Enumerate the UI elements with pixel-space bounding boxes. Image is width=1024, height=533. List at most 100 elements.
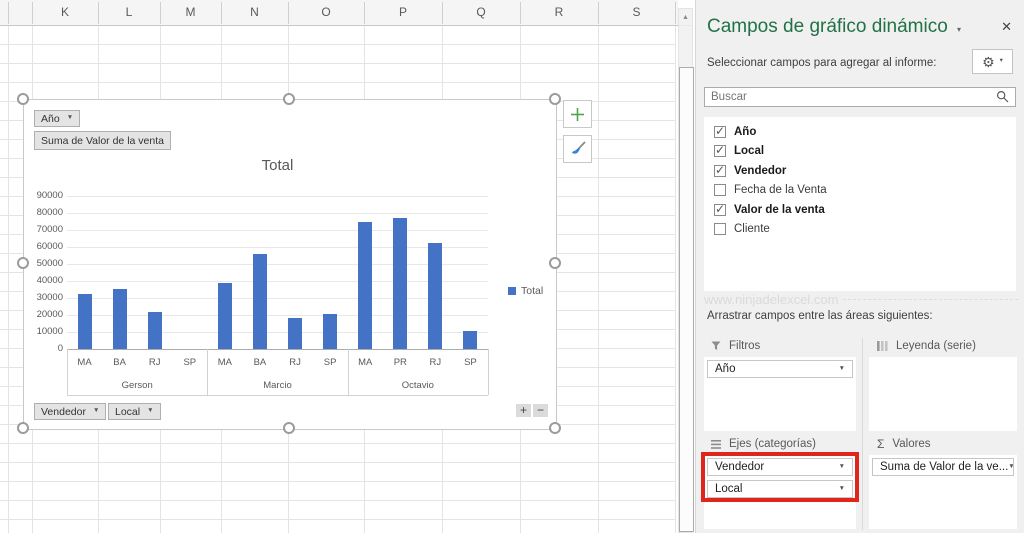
expand-field-button[interactable]: +: [516, 404, 531, 417]
bar-BA-1[interactable]: [113, 289, 127, 349]
x-axis-label: RJ: [278, 356, 313, 369]
close-icon[interactable]: ✕: [1001, 19, 1012, 35]
bar-PR-9[interactable]: [393, 218, 407, 349]
rows-icon: [711, 440, 721, 449]
vertical-scrollbar[interactable]: ▲: [678, 8, 693, 533]
resize-handle[interactable]: [17, 422, 29, 434]
column-header-K[interactable]: K: [32, 0, 98, 25]
resize-handle[interactable]: [549, 257, 561, 269]
check-icon: ✓: [715, 143, 725, 157]
bar-SP-11[interactable]: [463, 331, 477, 349]
y-tick-label: 30000: [24, 293, 63, 303]
resize-handle[interactable]: [283, 93, 295, 105]
chart-styles-button[interactable]: [563, 135, 592, 163]
column-headers: KLMNOPQRS: [0, 0, 678, 26]
column-header-L[interactable]: L: [98, 0, 160, 25]
search-icon: [996, 90, 1010, 104]
field-item-local[interactable]: ✓Local: [704, 142, 1016, 162]
y-tick-label: 10000: [24, 327, 63, 337]
y-tick-label: 90000: [24, 191, 63, 201]
values-pill-suma-de-valor-de-la-ve-[interactable]: Suma de Valor de la ve...▼: [872, 458, 1014, 476]
legend-label: Total: [521, 285, 543, 297]
filters-area-header: Filtros: [711, 340, 760, 352]
chevron-down-icon: ▼: [1008, 464, 1014, 471]
field-item-vendedor[interactable]: ✓Vendedor: [704, 161, 1016, 181]
bar-MA-0[interactable]: [78, 294, 92, 349]
chart-year-field-button[interactable]: Año ▼: [34, 110, 80, 127]
search-input[interactable]: [705, 91, 996, 103]
chart-value-field-button[interactable]: Suma de Valor de la venta: [34, 131, 171, 150]
checkbox-checked[interactable]: ✓: [714, 165, 726, 177]
field-item-año[interactable]: ✓ Año: [704, 122, 1016, 142]
gridline: [67, 264, 488, 265]
chart-vendor-field-button[interactable]: Vendedor ▼: [34, 403, 106, 420]
resize-handle[interactable]: [549, 93, 561, 105]
values-area[interactable]: Suma de Valor de la ve...▼: [869, 455, 1017, 529]
bar-SP-7[interactable]: [323, 314, 337, 349]
x-axis-label: BA: [102, 356, 137, 369]
filters-area-label: Filtros: [729, 340, 760, 352]
checkbox-checked[interactable]: ✓: [714, 145, 726, 157]
checkbox-checked[interactable]: ✓: [714, 204, 726, 216]
resize-handle[interactable]: [283, 422, 295, 434]
axis-pill-vendedor[interactable]: Vendedor▼: [707, 458, 853, 476]
column-header-P[interactable]: P: [364, 0, 442, 25]
field-item-cliente[interactable]: Cliente: [704, 220, 1016, 240]
scroll-up-icon[interactable]: ▲: [679, 9, 692, 26]
field-item-valor-de-la-venta[interactable]: ✓Valor de la venta: [704, 200, 1016, 220]
chart-legend[interactable]: Total: [508, 285, 543, 297]
y-tick-label: 20000: [24, 310, 63, 320]
column-header-S[interactable]: S: [598, 0, 675, 25]
search-box[interactable]: [704, 87, 1016, 107]
checkbox-checked[interactable]: ✓: [714, 126, 726, 138]
column-header-divider: [675, 2, 676, 24]
check-icon: ✓: [715, 124, 725, 138]
collapse-field-button[interactable]: −: [533, 404, 548, 417]
filters-pill-a-o[interactable]: Año▼: [707, 360, 853, 378]
resize-handle[interactable]: [549, 422, 561, 434]
field-list: ✓ Año ✓Local✓VendedorFecha de la Venta✓Val…: [704, 117, 1016, 291]
x-axis-label: MA: [348, 356, 383, 369]
bar-MA-8[interactable]: [358, 222, 372, 349]
bar-RJ-10[interactable]: [428, 243, 442, 349]
chevron-down-icon[interactable]: ▾: [957, 25, 961, 34]
excel-window: KLMNOPQRS Año ▼ Suma de Valor de la vent…: [0, 0, 1024, 533]
filters-area[interactable]: Año▼: [704, 357, 856, 431]
resize-handle[interactable]: [17, 257, 29, 269]
resize-handle[interactable]: [17, 93, 29, 105]
column-header-N[interactable]: N: [221, 0, 288, 25]
checkbox[interactable]: [714, 184, 726, 196]
tools-button[interactable]: ⚙ ▾: [972, 49, 1013, 74]
plus-icon: [570, 107, 585, 122]
column-header-M[interactable]: M: [160, 0, 221, 25]
gridline: [67, 315, 488, 316]
field-label: Año: [734, 126, 756, 138]
spreadsheet-grid[interactable]: KLMNOPQRS Año ▼ Suma de Valor de la vent…: [0, 0, 695, 533]
bar-RJ-2[interactable]: [148, 312, 162, 349]
pivot-chart[interactable]: Año ▼ Suma de Valor de la venta Total 0 1…: [23, 99, 557, 430]
axis-pill-local[interactable]: Local▼: [707, 480, 853, 498]
bar-MA-4[interactable]: [218, 283, 232, 349]
chart-title[interactable]: Total: [67, 157, 488, 174]
x-axis-group-label: Gerson: [67, 379, 207, 392]
axis-bottom-line: [67, 395, 488, 396]
bar-BA-5[interactable]: [253, 254, 267, 349]
y-tick-label: 0: [24, 344, 63, 354]
column-header-O[interactable]: O: [288, 0, 364, 25]
gridline: [67, 230, 488, 231]
axis-area[interactable]: Vendedor▼ Local▼: [704, 455, 856, 529]
grid-line: [8, 26, 9, 533]
gridline: [67, 213, 488, 214]
column-header-Q[interactable]: Q: [442, 0, 520, 25]
checkbox[interactable]: [714, 223, 726, 235]
bar-RJ-6[interactable]: [288, 318, 302, 349]
scrollbar-thumb[interactable]: [679, 67, 694, 532]
field-item-fecha-de-la-venta[interactable]: Fecha de la Venta: [704, 181, 1016, 201]
column-header-R[interactable]: R: [520, 0, 598, 25]
legend-area[interactable]: [869, 357, 1017, 431]
gear-icon: ⚙: [982, 55, 995, 69]
chart-value-field-label: Suma de Valor de la venta: [41, 135, 164, 147]
chart-local-field-button[interactable]: Local ▼: [108, 403, 161, 420]
chart-elements-button[interactable]: [563, 100, 592, 128]
x-axis-group-label: Octavio: [348, 379, 488, 392]
